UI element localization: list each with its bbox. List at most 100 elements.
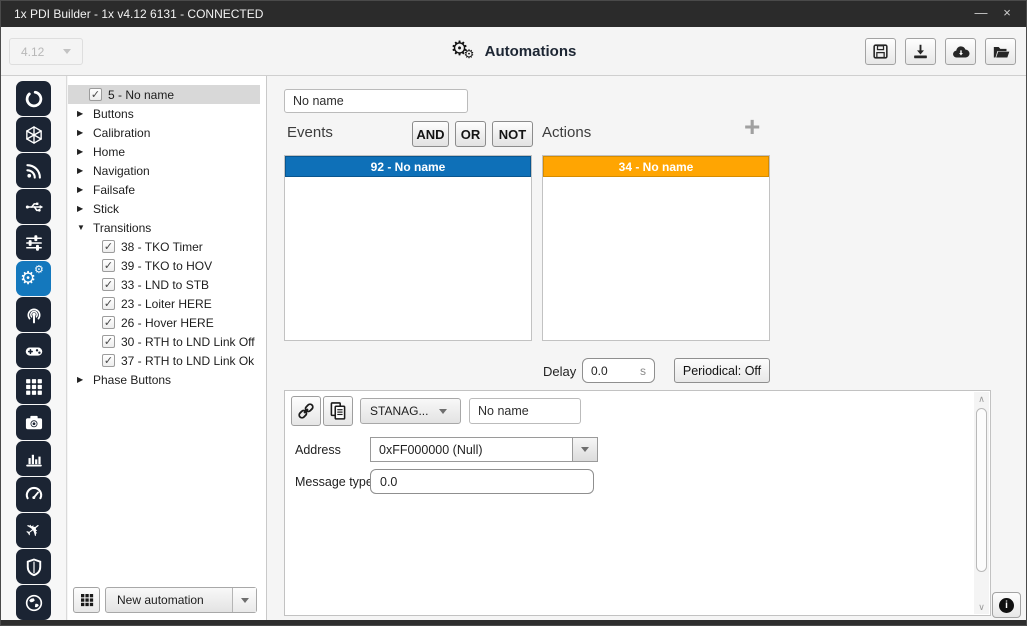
not-button[interactable]: NOT	[492, 121, 533, 147]
checkbox[interactable]: ✓	[89, 88, 102, 101]
sidebar-item-platform[interactable]	[16, 117, 51, 152]
new-automation-label: New automation	[106, 593, 232, 607]
save-button[interactable]	[865, 38, 896, 65]
sidebar-item-world-globe[interactable]	[16, 585, 51, 620]
tree-row[interactable]: ✓33 - LND to STB	[68, 275, 260, 294]
actions-panel[interactable]: 34 - No name	[542, 155, 770, 341]
tree-row[interactable]: ▶Calibration	[68, 123, 260, 142]
tree-row[interactable]: ▶Stick	[68, 199, 260, 218]
sidebar-item-stick-gamepad[interactable]	[16, 333, 51, 368]
checkbox[interactable]: ✓	[102, 354, 115, 367]
link-icon[interactable]	[291, 396, 321, 426]
message-type-label: Message type	[295, 475, 373, 489]
add-action-icon[interactable]: +	[744, 113, 760, 141]
import-button[interactable]	[905, 38, 936, 65]
expand-icon[interactable]: ▶	[77, 166, 87, 175]
action-card-header[interactable]: 34 - No name	[543, 156, 769, 177]
sidebar-item-safety-shield[interactable]	[16, 549, 51, 584]
sidebar-item-camera[interactable]	[16, 405, 51, 440]
tree-row[interactable]: ▶ Failsafe	[68, 180, 260, 199]
sidebar-item-hud-gauge[interactable]	[16, 477, 51, 512]
tree-row[interactable]: ▶Home	[68, 142, 260, 161]
checkbox[interactable]: ✓	[102, 259, 115, 272]
periodical-toggle-button[interactable]: Periodical: Off	[674, 358, 770, 383]
action-name-input[interactable]: No name	[469, 398, 581, 424]
checkbox[interactable]: ✓	[102, 297, 115, 310]
actions-heading: Actions	[542, 124, 591, 141]
tree-row[interactable]: ✓26 - Hover HERE	[68, 313, 260, 332]
info-button[interactable]: i	[992, 592, 1021, 618]
expand-icon[interactable]: ▶	[77, 204, 87, 213]
tree-row[interactable]: ✓ 37 - RTH to LND Link Ok	[68, 351, 260, 370]
and-button[interactable]: AND	[412, 121, 449, 147]
scroll-down-icon[interactable]: ∨	[974, 600, 989, 614]
sidebar-item-usb-connections[interactable]	[16, 189, 51, 224]
checkbox[interactable]: ✓	[102, 240, 115, 253]
cloud-download-button[interactable]	[945, 38, 976, 65]
chevron-down-icon[interactable]	[232, 588, 256, 612]
tree-row[interactable]: ▶Navigation	[68, 161, 260, 180]
copy-icon[interactable]	[323, 396, 353, 426]
scroll-up-icon[interactable]: ∧	[974, 392, 989, 406]
expand-icon[interactable]: ▶	[77, 109, 87, 118]
new-automation-dropdown[interactable]: New automation	[105, 587, 257, 613]
chevron-down-icon[interactable]	[572, 438, 597, 461]
close-icon[interactable]: ×	[996, 1, 1018, 27]
action-type-dropdown[interactable]: STANAG...	[360, 398, 461, 424]
sidebar-item-veronte-logo[interactable]	[16, 81, 51, 116]
delay-label: Delay	[543, 364, 576, 379]
version-dropdown[interactable]: 4.12	[9, 38, 83, 65]
scrollbar-thumb[interactable]	[976, 408, 987, 572]
delay-value: 0.0	[591, 364, 608, 378]
open-button[interactable]	[985, 38, 1016, 65]
tree-item-label: 5 - No name	[108, 88, 174, 102]
tree-row[interactable]: ✓ 5 - No name	[68, 85, 260, 104]
tree-item-label: Failsafe	[93, 183, 135, 197]
tree-row[interactable]: ✓38 - TKO Timer	[68, 237, 260, 256]
sidebar-item-matrix-grid[interactable]	[16, 369, 51, 404]
tree-row[interactable]: ✓30 - RTH to LND Link Off	[68, 332, 260, 351]
delay-input[interactable]: 0.0 s	[582, 358, 655, 383]
message-type-value: 0.0	[380, 475, 397, 489]
chevron-down-icon	[63, 49, 71, 54]
event-card-header[interactable]: 92 - No name	[285, 156, 531, 177]
sidebar-item-beacon[interactable]	[16, 297, 51, 332]
checkbox[interactable]: ✓	[102, 278, 115, 291]
address-dropdown[interactable]: 0xFF000000 (Null)	[370, 437, 598, 462]
info-icon: i	[999, 598, 1014, 613]
sidebar-item-telemetry-chart[interactable]	[16, 441, 51, 476]
tree-row[interactable]: ✓23 - Loiter HERE	[68, 294, 260, 313]
checkbox[interactable]: ✓	[102, 335, 115, 348]
automation-grid-button[interactable]	[73, 587, 100, 613]
tree-item-label: 39 - TKO to HOV	[121, 259, 212, 273]
expand-icon[interactable]: ▶	[77, 375, 87, 384]
action-type-value: STANAG...	[370, 404, 428, 418]
or-button[interactable]: OR	[455, 121, 486, 147]
expand-icon[interactable]: ▶	[77, 185, 87, 194]
sidebar-item-airplane[interactable]: ✈	[16, 513, 51, 548]
message-type-input[interactable]: 0.0	[370, 469, 594, 494]
collapse-icon[interactable]: ▼	[77, 223, 87, 232]
automation-name-input[interactable]: No name	[284, 89, 468, 113]
checkbox[interactable]: ✓	[102, 316, 115, 329]
events-heading: Events	[287, 124, 333, 141]
scrollbar[interactable]: ∧ ∨	[974, 392, 989, 614]
tree-row[interactable]: ▼ Transitions	[68, 218, 260, 237]
minimize-icon[interactable]: —	[970, 1, 992, 27]
tree-item-label: 37 - RTH to LND Link Ok	[121, 354, 254, 368]
tree-item-label: Transitions	[93, 221, 151, 235]
sidebar-item-control-sliders[interactable]	[16, 225, 51, 260]
sidebar-item-telemetry-signal[interactable]	[16, 153, 51, 188]
tree-row[interactable]: ▶ Buttons	[68, 104, 260, 123]
tree-row[interactable]: ✓ 39 - TKO to HOV	[68, 256, 260, 275]
module-sidebar: ⚙⚙ ✈	[1, 76, 67, 620]
expand-icon[interactable]: ▶	[77, 128, 87, 137]
expand-icon[interactable]: ▶	[77, 147, 87, 156]
sidebar-item-automations[interactable]: ⚙⚙	[16, 261, 51, 296]
automation-name-value: No name	[293, 94, 344, 108]
tree-item-label: Buttons	[93, 107, 134, 121]
version-value: 4.12	[21, 45, 44, 59]
top-toolbar: 4.12 ⚙⚙ Automations	[1, 27, 1026, 76]
events-panel[interactable]: 92 - No name	[284, 155, 532, 341]
tree-row[interactable]: ▶Phase Buttons	[68, 370, 260, 389]
